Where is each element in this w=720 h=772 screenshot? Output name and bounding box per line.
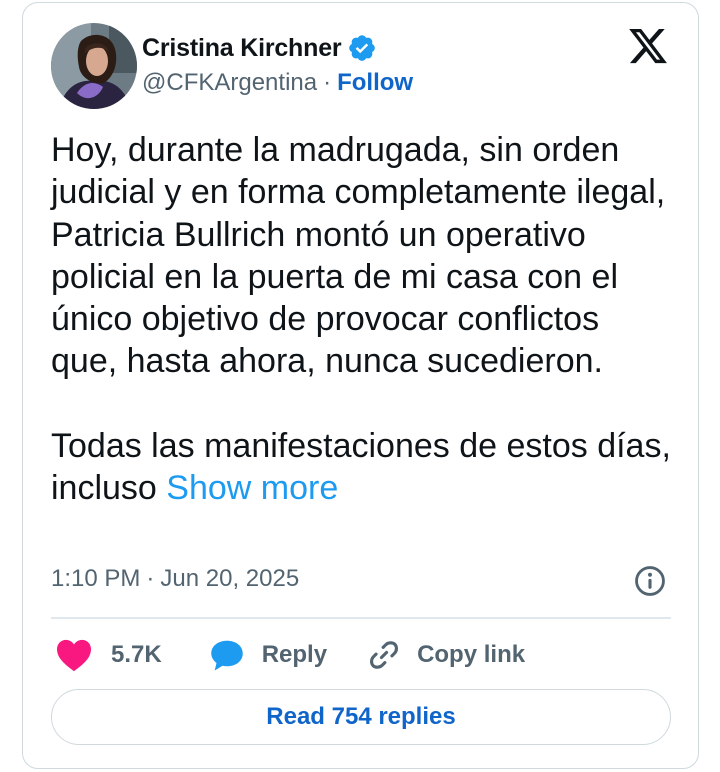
reply-button[interactable]: Reply (208, 637, 327, 673)
tweet-card: Cristina Kirchner @CFKArgentina · Follow… (22, 2, 699, 769)
speech-bubble-icon (210, 640, 243, 671)
tweet-timestamp[interactable]: 1:10 PM · Jun 20, 2025 (51, 565, 299, 593)
tweet-date: Jun 20, 2025 (160, 565, 300, 592)
author-handle-row: @CFKArgentina · Follow (142, 69, 413, 97)
handle-separator: · (323, 69, 332, 96)
reply-label: Reply (261, 641, 328, 668)
info-icon[interactable] (633, 564, 667, 598)
action-bar: 5.7K Reply Copy link (51, 633, 525, 677)
divider (51, 617, 671, 619)
copy-link-label: Copy link (417, 641, 526, 668)
avatar[interactable] (51, 23, 137, 109)
verified-badge-icon (349, 35, 376, 61)
author-name-row: Cristina Kirchner (142, 33, 377, 63)
link-icon (370, 641, 399, 669)
read-replies-label: Read 754 replies (266, 703, 456, 730)
timestamp-separator: · (146, 565, 155, 592)
author-name[interactable]: Cristina Kirchner (142, 34, 342, 63)
author-handle[interactable]: @CFKArgentina (142, 69, 317, 97)
show-more-link[interactable]: Show more (166, 469, 338, 507)
x-logo-icon[interactable] (627, 25, 669, 67)
follow-button[interactable]: Follow (337, 69, 413, 97)
tweet-time: 1:10 PM (51, 565, 141, 592)
read-replies-button[interactable]: Read 754 replies (51, 689, 671, 745)
like-button[interactable]: 5.7K (55, 638, 162, 672)
like-count: 5.7K (111, 641, 162, 668)
tweet-body: Hoy, durante la madrugada, sin orden jud… (51, 131, 671, 508)
heart-icon (57, 639, 91, 672)
tweet-text: Hoy, durante la madrugada, sin orden jud… (51, 129, 671, 510)
copy-link-button[interactable]: Copy link (367, 638, 525, 672)
